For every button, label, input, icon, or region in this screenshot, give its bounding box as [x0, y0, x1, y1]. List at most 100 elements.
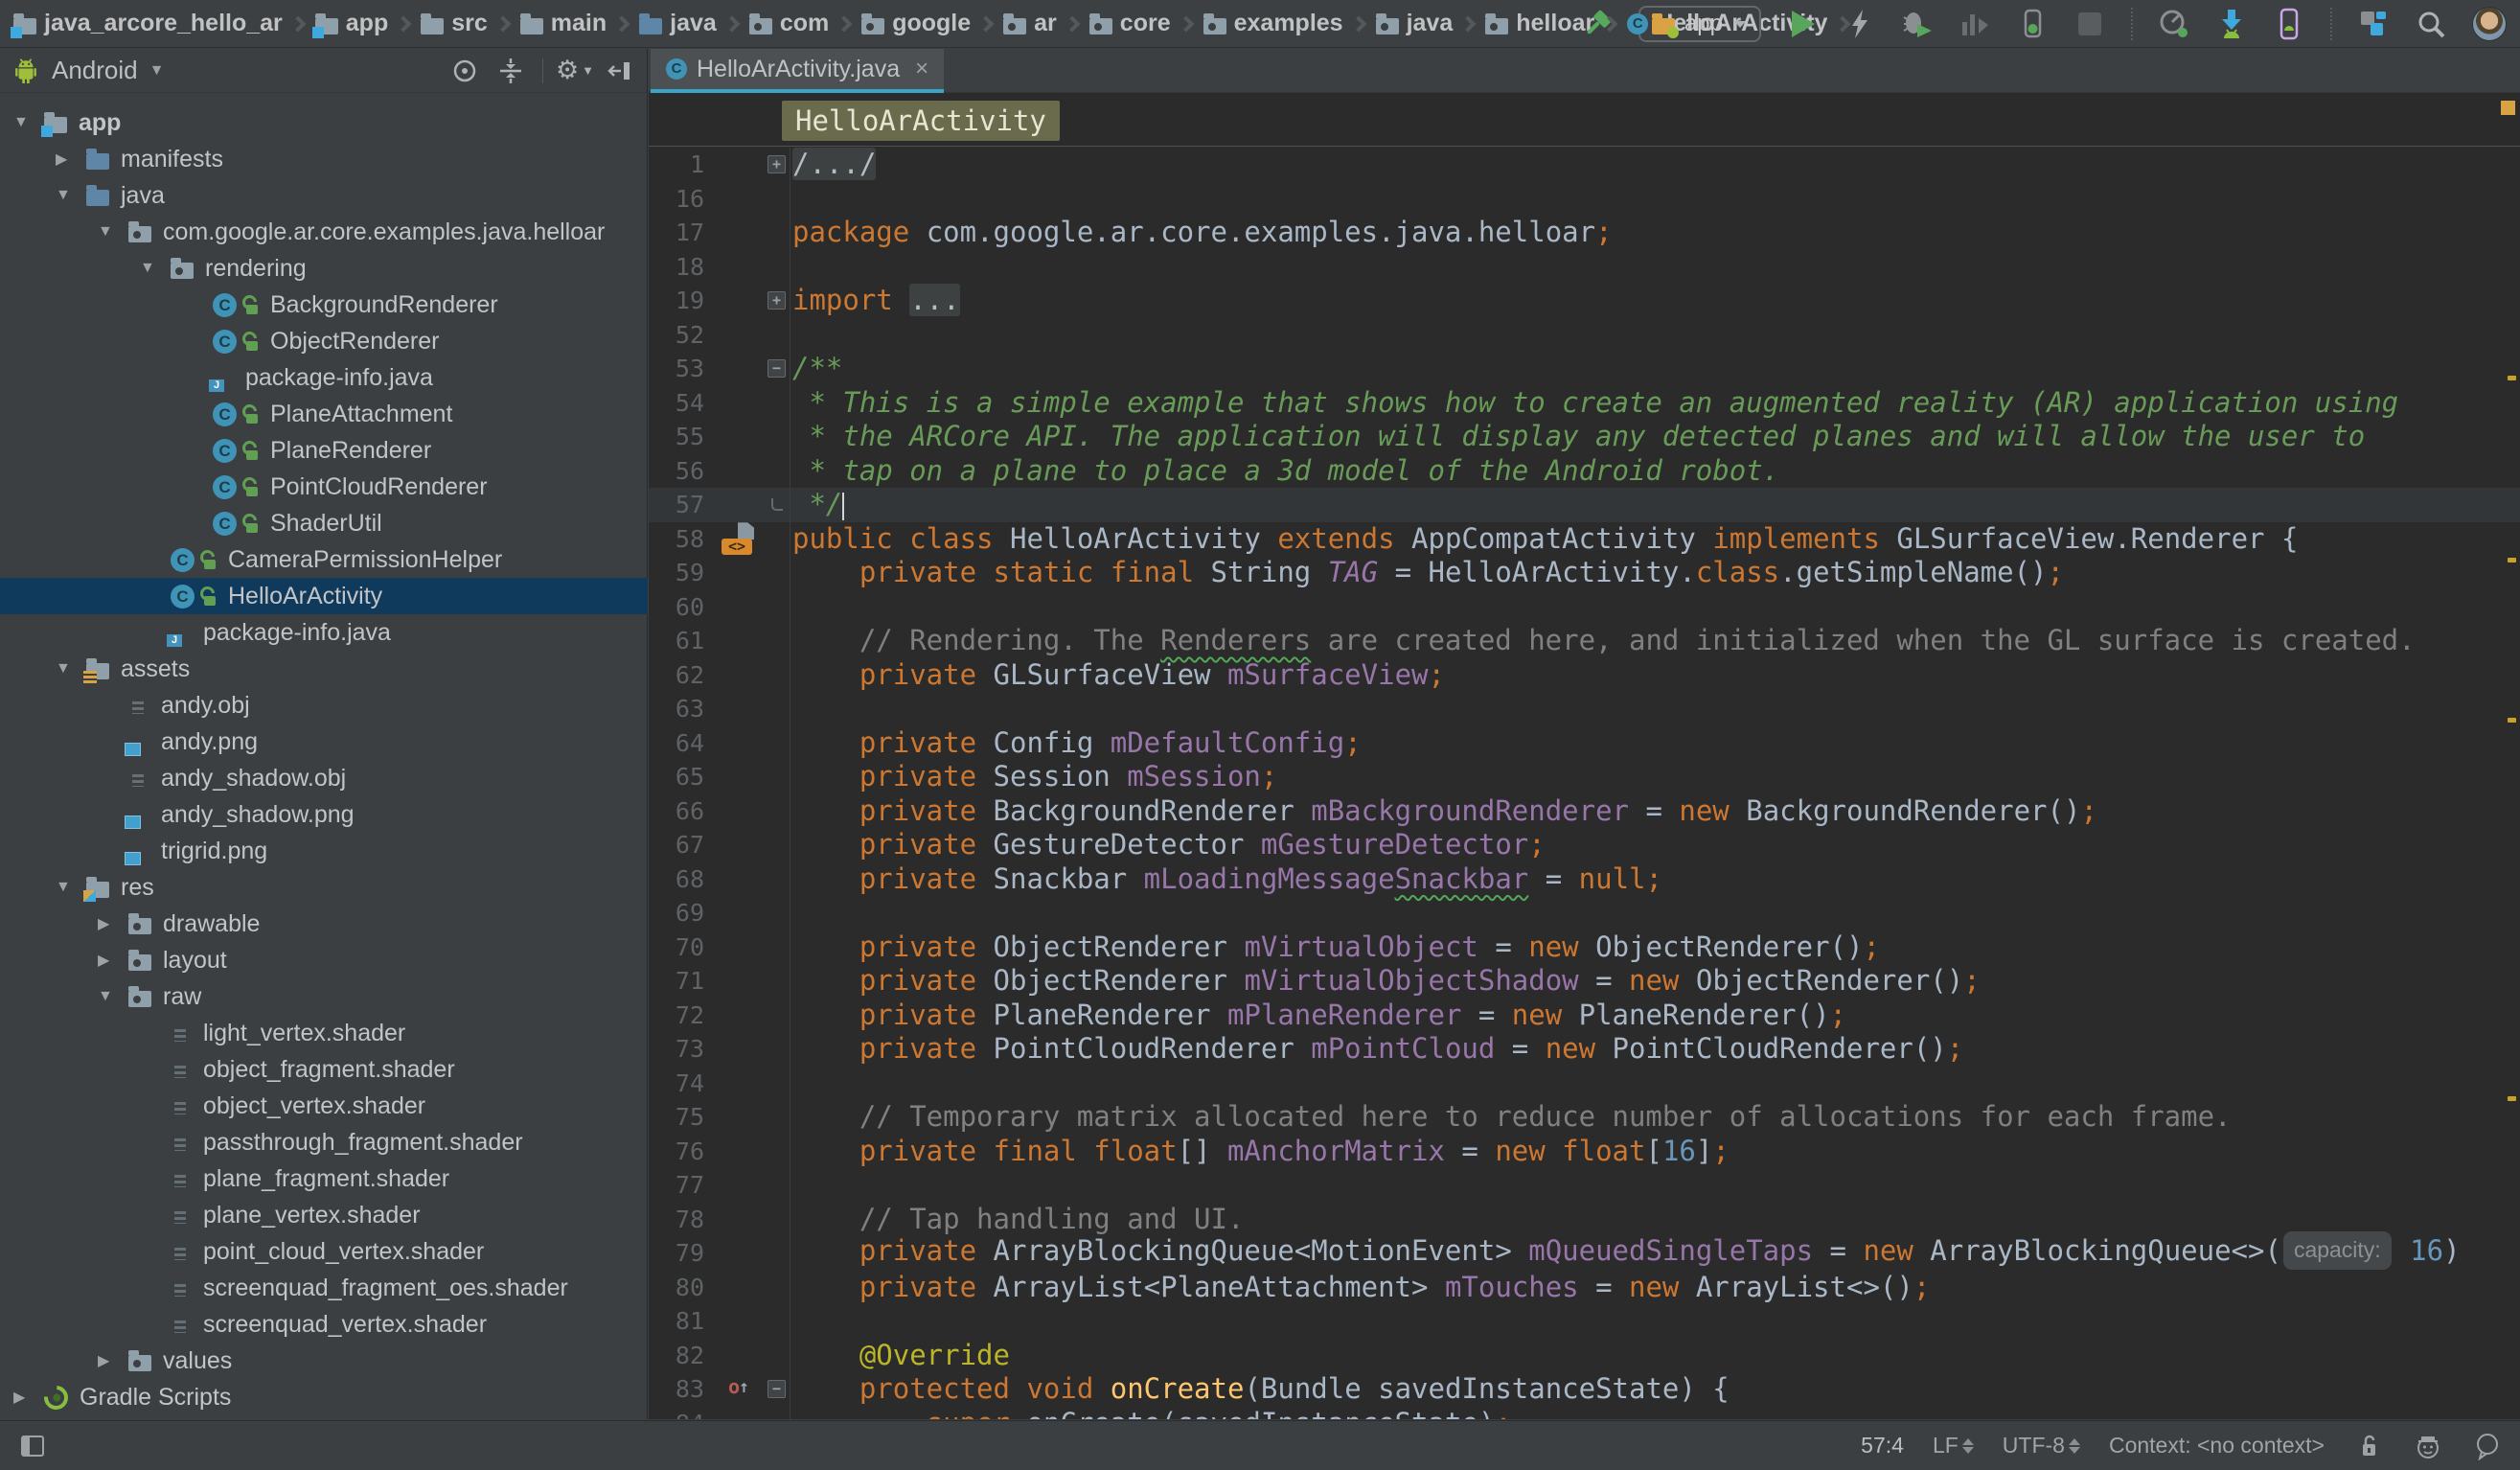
- tree-item-assets[interactable]: ▼assets: [0, 651, 648, 687]
- user-avatar[interactable]: [2472, 7, 2507, 41]
- tree-item-app[interactable]: ▼app: [0, 104, 648, 141]
- chevron-collapsed-icon[interactable]: ▶: [98, 951, 128, 970]
- warning-stripe-mark[interactable]: [2508, 376, 2516, 380]
- chevron-expanded-icon[interactable]: ▼: [140, 260, 171, 277]
- breadcrumb-item-app[interactable]: app: [315, 10, 388, 37]
- chevron-expanded-icon[interactable]: ▼: [98, 223, 128, 241]
- fold-end-marker[interactable]: [771, 498, 783, 511]
- context-indicator[interactable]: Context: <no context>: [2109, 1433, 2325, 1459]
- tree-item-andy-shadow-obj[interactable]: andy_shadow.obj: [0, 760, 648, 796]
- warning-stripe-mark[interactable]: [2508, 558, 2516, 563]
- event-log-icon[interactable]: [2472, 1431, 2503, 1461]
- tree-item-planeattachment[interactable]: PlaneAttachment: [0, 396, 648, 432]
- line-separator-selector[interactable]: LF: [1933, 1433, 1974, 1459]
- chevron-expanded-icon[interactable]: ▼: [56, 660, 86, 678]
- sdk-manager-icon[interactable]: [2215, 8, 2248, 40]
- stop-button[interactable]: [2073, 8, 2106, 40]
- tree-item-manifests[interactable]: ▶manifests: [0, 141, 648, 177]
- chevron-collapsed-icon[interactable]: ▶: [56, 149, 86, 169]
- chevron-expanded-icon[interactable]: ▼: [56, 187, 86, 204]
- tree-item-passthrough-fragment-shader[interactable]: passthrough_fragment.shader: [0, 1124, 648, 1160]
- override-method-gutter-icon[interactable]: [728, 1379, 749, 1400]
- tree-item-screenquad-fragment-oes-shader[interactable]: screenquad_fragment_oes.shader: [0, 1270, 648, 1306]
- tree-item-helloaractivity[interactable]: HelloArActivity: [0, 578, 648, 614]
- device-manager-icon[interactable]: [2273, 8, 2305, 40]
- tree-item-camerapermissionhelper[interactable]: CameraPermissionHelper: [0, 541, 648, 578]
- breadcrumb-item-java[interactable]: java: [639, 10, 717, 37]
- settings-gear-icon[interactable]: ⚙▼: [561, 57, 589, 85]
- tree-item-values[interactable]: ▶values: [0, 1343, 648, 1379]
- breadcrumb-item-core[interactable]: core: [1089, 10, 1171, 37]
- tree-item-package-info-java[interactable]: package-info.java: [0, 359, 648, 396]
- tree-item-drawable[interactable]: ▶drawable: [0, 906, 648, 942]
- lock-icon[interactable]: [2353, 1431, 2384, 1461]
- fold-marker[interactable]: +: [767, 291, 786, 310]
- chevron-collapsed-icon[interactable]: ▶: [98, 1351, 128, 1370]
- tree-item-raw[interactable]: ▼raw: [0, 978, 648, 1015]
- debug-button[interactable]: [1901, 8, 1934, 40]
- tree-item-com-google-ar-core-examples-java-helloar[interactable]: ▼com.google.ar.core.examples.java.helloa…: [0, 214, 648, 250]
- editor-tab-helloaractivity[interactable]: HelloArActivity.java ×: [651, 49, 944, 93]
- tree-item-point-cloud-vertex-shader[interactable]: point_cloud_vertex.shader: [0, 1233, 648, 1270]
- tree-item-backgroundrenderer[interactable]: BackgroundRenderer: [0, 287, 648, 323]
- inspection-status-indicator[interactable]: [2501, 101, 2515, 115]
- breadcrumb-item-com[interactable]: com: [749, 10, 829, 37]
- tree-item-andy-obj[interactable]: andy.obj: [0, 687, 648, 724]
- profile-button[interactable]: [1959, 8, 1991, 40]
- breadcrumb-item-examples[interactable]: examples: [1203, 10, 1343, 37]
- breadcrumb-item-java[interactable]: java: [1376, 10, 1454, 37]
- code-editor[interactable]: 1+/.../1617package com.google.ar.core.ex…: [649, 148, 2520, 1419]
- attach-debugger-icon[interactable]: [2016, 8, 2049, 40]
- warning-stripe-mark[interactable]: [2508, 718, 2516, 723]
- highlighting-level-icon[interactable]: [2413, 1431, 2443, 1461]
- encoding-selector[interactable]: UTF-8: [2003, 1433, 2080, 1459]
- toolwindow-toggle-icon[interactable]: [17, 1431, 48, 1461]
- tree-item-object-fragment-shader[interactable]: object_fragment.shader: [0, 1051, 648, 1088]
- caret-position[interactable]: 57:4: [1861, 1433, 1904, 1459]
- fold-marker[interactable]: −: [767, 1380, 786, 1398]
- tree-item-objectrenderer[interactable]: ObjectRenderer: [0, 323, 648, 359]
- warning-stripe-mark[interactable]: [2508, 1096, 2516, 1101]
- close-tab-icon[interactable]: ×: [915, 56, 928, 82]
- fold-marker[interactable]: −: [767, 359, 786, 378]
- breadcrumb-item-ar[interactable]: ar: [1003, 10, 1057, 37]
- project-view-selector[interactable]: Android: [52, 56, 138, 85]
- chevron-expanded-icon[interactable]: ▼: [56, 879, 86, 896]
- tree-item-plane-fragment-shader[interactable]: plane_fragment.shader: [0, 1160, 648, 1197]
- breadcrumb-item-google[interactable]: google: [861, 10, 971, 37]
- tree-item-plane-vertex-shader[interactable]: plane_vertex.shader: [0, 1197, 648, 1233]
- search-everywhere-icon[interactable]: [2415, 8, 2447, 40]
- tree-item-object-vertex-shader[interactable]: object_vertex.shader: [0, 1088, 648, 1124]
- tree-item-trigrid-png[interactable]: trigrid.png: [0, 833, 648, 869]
- chevron-collapsed-icon[interactable]: ▶: [13, 1388, 44, 1407]
- fold-marker[interactable]: +: [767, 155, 786, 173]
- tree-item-pointcloudrenderer[interactable]: PointCloudRenderer: [0, 469, 648, 505]
- breadcrumb-chip-class[interactable]: HelloArActivity: [782, 101, 1060, 141]
- hide-panel-icon[interactable]: [607, 57, 635, 85]
- tree-item-gradle-scripts[interactable]: ▶Gradle Scripts: [0, 1379, 648, 1415]
- breadcrumb-item-java-arcore-hello-ar[interactable]: java_arcore_hello_ar: [13, 10, 283, 37]
- tree-item-planerenderer[interactable]: PlaneRenderer: [0, 432, 648, 469]
- chevron-collapsed-icon[interactable]: ▶: [98, 914, 128, 933]
- chevron-expanded-icon[interactable]: ▼: [98, 988, 128, 1005]
- tree-item-res[interactable]: ▼res: [0, 869, 648, 906]
- tree-item-andy-png[interactable]: andy.png: [0, 724, 648, 760]
- tree-item-screenquad-vertex-shader[interactable]: screenquad_vertex.shader: [0, 1306, 648, 1343]
- project-structure-icon[interactable]: [2357, 8, 2390, 40]
- tree-item-andy-shadow-png[interactable]: andy_shadow.png: [0, 796, 648, 833]
- breadcrumb-item-helloar[interactable]: helloar: [1485, 10, 1594, 37]
- tree-item-rendering[interactable]: ▼rendering: [0, 250, 648, 287]
- breadcrumb-item-src[interactable]: src: [421, 10, 488, 37]
- breadcrumb-item-main[interactable]: main: [520, 10, 607, 37]
- run-button[interactable]: [1786, 8, 1819, 40]
- chevron-expanded-icon[interactable]: ▼: [13, 114, 44, 131]
- run-configuration-selector[interactable]: app: [1638, 6, 1761, 42]
- locate-file-icon[interactable]: [450, 57, 479, 85]
- tree-item-layout[interactable]: ▶layout: [0, 942, 648, 978]
- tree-item-package-info-java[interactable]: package-info.java: [0, 614, 648, 651]
- collapse-all-icon[interactable]: [496, 57, 525, 85]
- tree-item-shaderutil[interactable]: ShaderUtil: [0, 505, 648, 541]
- tree-item-light-vertex-shader[interactable]: light_vertex.shader: [0, 1015, 648, 1051]
- tree-item-java[interactable]: ▼java: [0, 177, 648, 214]
- avd-manager-icon[interactable]: [2158, 8, 2190, 40]
